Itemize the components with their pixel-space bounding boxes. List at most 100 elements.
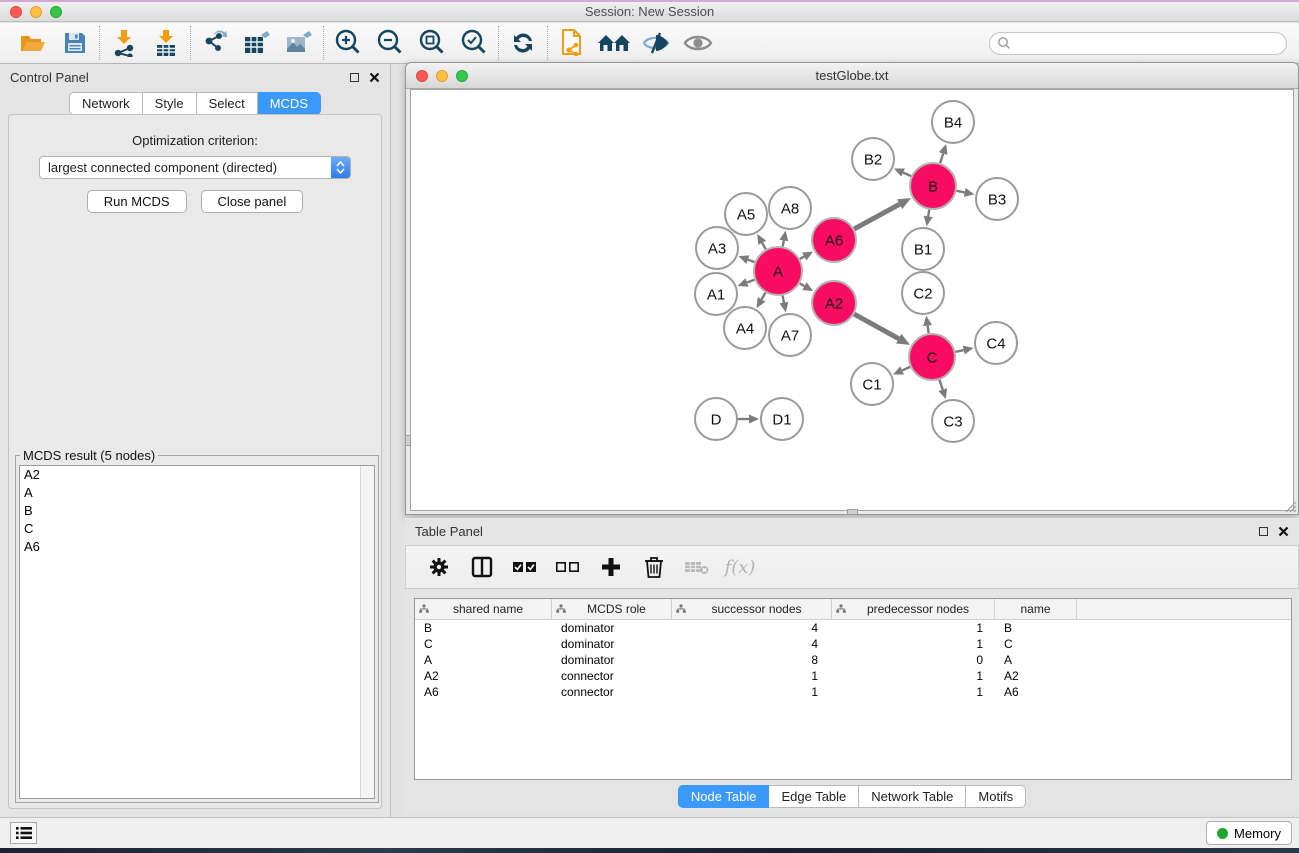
mcds-result-item[interactable]: A xyxy=(20,484,374,502)
mcds-result-item[interactable]: B xyxy=(20,502,374,520)
delete-table-button[interactable] xyxy=(682,552,712,582)
graph-edge-B-B4[interactable] xyxy=(940,153,943,163)
network-window-titlebar[interactable]: testGlobe.txt xyxy=(406,63,1298,89)
column-header-name[interactable]: name xyxy=(995,599,1077,619)
minimize-network-button[interactable] xyxy=(436,70,448,82)
title-bar: Session: New Session xyxy=(0,0,1299,22)
run-mcds-button[interactable]: Run MCDS xyxy=(87,190,187,213)
table-cell: 0 xyxy=(832,652,995,668)
function-builder-icon: f(x) xyxy=(725,557,756,578)
minimize-window-button[interactable] xyxy=(30,6,42,18)
graph-edge-B-B1[interactable] xyxy=(928,210,929,217)
zoom-selected-button[interactable] xyxy=(453,26,495,60)
tab-style[interactable]: Style xyxy=(143,92,197,115)
table-cell: 8 xyxy=(672,652,832,668)
graph-edge-A-A7[interactable] xyxy=(783,296,784,303)
resize-grip-icon[interactable] xyxy=(1284,500,1297,513)
graph-edge-A-A3[interactable] xyxy=(748,260,755,263)
table-row[interactable]: A6connector11A6 xyxy=(415,684,1291,700)
import-network-button[interactable] xyxy=(103,26,145,60)
function-builder-button[interactable]: f(x) xyxy=(725,552,755,582)
mcds-result-item[interactable]: A2 xyxy=(20,466,374,484)
column-header-successor-nodes[interactable]: successor nodes xyxy=(672,599,832,619)
graph-edge-A-A2[interactable] xyxy=(800,283,805,286)
close-panel-icon[interactable] xyxy=(369,72,380,83)
search-input[interactable] xyxy=(1011,34,1286,52)
graph-edge-C-C4[interactable] xyxy=(955,350,963,352)
left-edge-handle[interactable] xyxy=(405,435,411,446)
column-header-predecessor-nodes[interactable]: predecessor nodes xyxy=(832,599,995,619)
node-table[interactable]: shared nameMCDS rolesuccessor nodesprede… xyxy=(414,598,1292,780)
import-table-button[interactable] xyxy=(145,26,187,60)
close-panel-button[interactable]: Close panel xyxy=(201,190,304,213)
export-network-button[interactable] xyxy=(194,26,236,60)
toolbar-separator xyxy=(99,26,100,60)
criterion-dropdown[interactable]: largest connected component (directed) xyxy=(39,156,351,179)
graph-edge-A-A1[interactable] xyxy=(747,280,755,283)
edge-arrowhead-icon xyxy=(963,346,974,355)
tab-select[interactable]: Select xyxy=(197,92,258,115)
graph-edge-C-C3[interactable] xyxy=(939,380,942,390)
network-canvas[interactable]: B4B2BB3A5A8A6A3AB1A1A2C2A4A7C4CC1C3DD1 xyxy=(410,89,1294,511)
tab-node-table[interactable]: Node Table xyxy=(678,785,770,808)
table-row[interactable]: A2connector11A2 xyxy=(415,668,1291,684)
home-button[interactable] xyxy=(593,26,635,60)
bottom-edge-handle[interactable] xyxy=(847,509,858,515)
tab-network-table[interactable]: Network Table xyxy=(859,785,966,808)
column-header-shared-name[interactable]: shared name xyxy=(415,599,552,619)
deselect-all-button[interactable] xyxy=(553,552,583,582)
graph-edge-A2-C[interactable] xyxy=(854,314,899,339)
table-row[interactable]: Adominator80A xyxy=(415,652,1291,668)
select-all-button[interactable] xyxy=(510,552,540,582)
graph-edge-A-A6[interactable] xyxy=(800,256,804,258)
graph-node-label-A8: A8 xyxy=(781,200,799,217)
mcds-result-item[interactable]: A6 xyxy=(20,538,374,556)
graph-edge-A-A4[interactable] xyxy=(762,293,766,300)
search-field[interactable] xyxy=(989,32,1287,55)
show-eye-button[interactable] xyxy=(677,26,719,60)
mcds-result-list[interactable]: A2ABCA6 xyxy=(19,465,375,799)
mcds-result-item[interactable]: C xyxy=(20,520,374,538)
column-header-MCDS-role[interactable]: MCDS role xyxy=(552,599,672,619)
close-window-button[interactable] xyxy=(10,6,22,18)
refresh-layout-button[interactable] xyxy=(502,26,544,60)
task-history-button[interactable] xyxy=(10,822,37,844)
column-layout-button[interactable] xyxy=(467,552,497,582)
graph-edge-A-A8[interactable] xyxy=(783,240,784,246)
graph-edge-B-B3[interactable] xyxy=(957,191,965,193)
maximize-window-button[interactable] xyxy=(50,6,62,18)
tab-edge-table[interactable]: Edge Table xyxy=(769,785,859,808)
graph-edge-A-A5[interactable] xyxy=(762,243,766,249)
table-cell: 1 xyxy=(832,668,995,684)
table-row[interactable]: Bdominator41B xyxy=(415,620,1291,636)
table-toolbar: f(x) xyxy=(405,545,1299,589)
zoom-in-button[interactable] xyxy=(327,26,369,60)
table-row[interactable]: Cdominator41C xyxy=(415,636,1291,652)
graph-edge-B-B2[interactable] xyxy=(903,173,911,177)
export-table-button[interactable] xyxy=(236,26,278,60)
graph-edge-A6-B[interactable] xyxy=(854,204,899,229)
close-network-button[interactable] xyxy=(416,70,428,82)
float-panel-icon[interactable] xyxy=(350,73,359,82)
maximize-network-button[interactable] xyxy=(456,70,468,82)
memory-button[interactable]: Memory xyxy=(1206,821,1292,845)
graph-edge-C-C1[interactable] xyxy=(902,367,910,371)
hide-graphics-details-button[interactable] xyxy=(635,26,677,60)
save-session-button[interactable] xyxy=(54,26,96,60)
tab-mcds[interactable]: MCDS xyxy=(258,92,321,115)
tab-motifs[interactable]: Motifs xyxy=(966,785,1026,808)
open-folder-button[interactable] xyxy=(12,26,54,60)
mcds-list-scrollbar[interactable] xyxy=(360,466,374,798)
zoom-out-button[interactable] xyxy=(369,26,411,60)
delete-column-button[interactable] xyxy=(639,552,669,582)
graph-edge-C-C2[interactable] xyxy=(928,326,929,334)
close-table-panel-icon[interactable] xyxy=(1278,526,1289,537)
network-from-file-button[interactable] xyxy=(551,26,593,60)
export-image-button[interactable] xyxy=(278,26,320,60)
zoom-fit-button[interactable] xyxy=(411,26,453,60)
add-column-button[interactable] xyxy=(596,552,626,582)
float-table-panel-icon[interactable] xyxy=(1259,527,1268,536)
table-settings-button[interactable] xyxy=(424,552,454,582)
tab-network[interactable]: Network xyxy=(69,92,143,115)
chevron-down-icon xyxy=(336,168,345,174)
